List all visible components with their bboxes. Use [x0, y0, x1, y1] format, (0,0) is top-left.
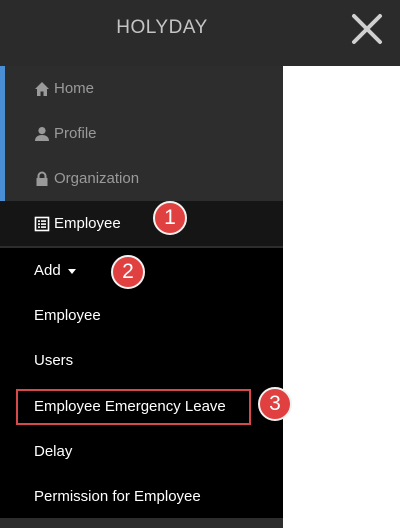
submenu-item-label: Users [34, 352, 74, 369]
step-badge-1: 1 [153, 201, 187, 235]
sidebar-item-label: Profile [54, 125, 97, 142]
home-icon [34, 81, 50, 97]
highlight-box [16, 389, 251, 425]
sidebar-item-label: Organization [54, 170, 140, 187]
sidebar-item-label: Employee [54, 215, 121, 232]
app-title: HOLYDAY [116, 17, 208, 38]
list-icon [34, 216, 50, 232]
submenu-item-label: Permission for Employee [34, 488, 201, 505]
lock-icon [34, 171, 50, 187]
step-badge-3: 3 [258, 387, 292, 421]
chevron-down-icon [67, 269, 76, 274]
submenu-item-label: Employee [34, 307, 101, 324]
app-header: HOLYDAY [0, 0, 400, 66]
submenu-item-delay[interactable]: Delay [0, 429, 283, 474]
step-badge-2: 2 [111, 255, 145, 289]
submenu-item-permission-for-employee[interactable]: Permission for Employee [0, 474, 283, 519]
sidebar-item-home[interactable]: Home [0, 66, 283, 111]
sidebar-item-employee[interactable]: Employee [0, 201, 283, 246]
sidebar-item-organization[interactable]: Organization [0, 156, 283, 201]
sidebar-footer [0, 518, 283, 528]
submenu-item-label: Add [34, 262, 61, 279]
submenu-item-users[interactable]: Users [0, 338, 283, 383]
sidebar-item-label: Home [54, 80, 95, 97]
sidebar-item-profile[interactable]: Profile [0, 111, 283, 156]
submenu-item-label: Delay [34, 443, 73, 460]
submenu-item-employee[interactable]: Employee [0, 293, 283, 338]
user-icon [34, 126, 50, 142]
close-icon[interactable] [350, 12, 384, 46]
